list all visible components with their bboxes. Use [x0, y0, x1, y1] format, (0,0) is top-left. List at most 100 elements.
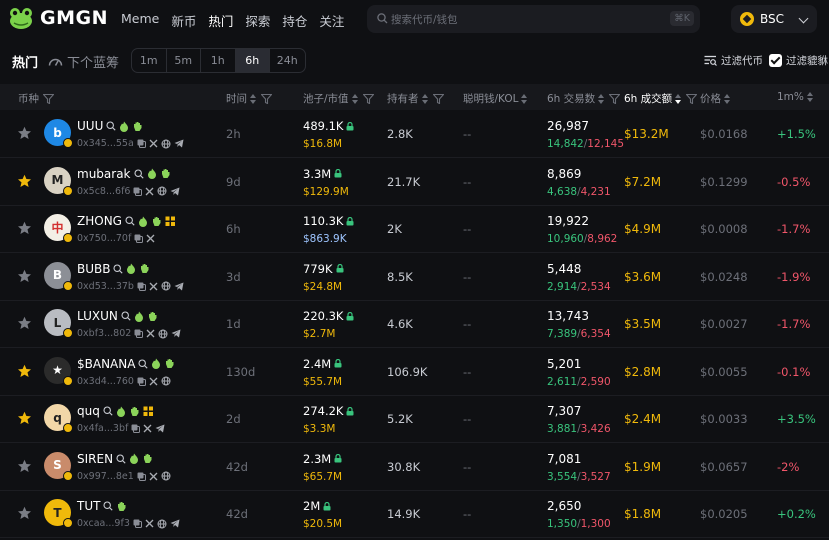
telegram-icon[interactable] — [170, 519, 180, 528]
magnifier-icon[interactable] — [116, 453, 126, 464]
x-twitter-icon[interactable] — [146, 329, 155, 338]
col-smart-kol[interactable]: 聪明钱/KOL — [463, 91, 528, 106]
star-filled-icon[interactable] — [17, 364, 32, 381]
token-symbol-group[interactable]: UUU — [77, 119, 143, 133]
star-icon[interactable] — [17, 221, 32, 238]
table-row[interactable]: T TUT 0xcaa...9f3 42d 2M $20.5M 14.9K --… — [0, 491, 829, 538]
filter-funnel-icon[interactable] — [609, 93, 621, 104]
globe-icon[interactable] — [161, 376, 171, 386]
honeypot-checkbox[interactable] — [769, 54, 782, 67]
globe-icon[interactable] — [158, 329, 168, 339]
copy-icon[interactable] — [134, 329, 144, 338]
nav-meme[interactable]: Meme — [121, 11, 159, 30]
magnifier-icon[interactable] — [106, 121, 116, 131]
table-row[interactable]: q quq 0x4fa...3bf 2d 274.2K $3.3M 5.2K -… — [0, 396, 829, 443]
table-row[interactable]: B BUBB 0xd53...37b 3d 779K $24.8M 8.5K -… — [0, 254, 829, 301]
token-symbol-group[interactable]: mubarak — [77, 167, 171, 181]
globe-icon[interactable] — [161, 281, 171, 291]
copy-icon[interactable] — [137, 282, 146, 291]
telegram-icon[interactable] — [174, 282, 184, 291]
star-icon[interactable] — [17, 459, 32, 476]
x-twitter-icon[interactable] — [145, 187, 154, 196]
col-change[interactable]: 1m% — [777, 91, 814, 103]
copy-icon[interactable] — [137, 139, 146, 148]
filter-funnel-icon[interactable] — [362, 93, 374, 104]
sort-desc-icon[interactable] — [675, 93, 682, 104]
globe-icon[interactable] — [161, 471, 171, 481]
search-input[interactable]: 搜索代币/钱包 ⌘K — [367, 5, 700, 33]
table-row[interactable]: 中 ZHONG 0x750...70f 6h 110.3K $863.9K 2K… — [0, 206, 829, 253]
chain-selector[interactable]: BSC — [731, 5, 817, 33]
telegram-icon[interactable] — [170, 187, 180, 196]
magnifier-icon[interactable] — [103, 406, 113, 416]
col-age[interactable]: 时间 — [226, 91, 272, 106]
filter-coins-button[interactable]: 过滤代币 — [704, 53, 763, 68]
magnifier-icon[interactable] — [133, 168, 144, 179]
avatar[interactable]: B — [44, 261, 73, 291]
copy-icon[interactable] — [134, 234, 144, 243]
time-btn-24h[interactable]: 24h — [270, 49, 305, 72]
table-row[interactable]: S SIREN 0x997...8e1 42d 2.3M $65.7M 30.8… — [0, 444, 829, 491]
col-coin[interactable]: 币种 — [18, 91, 54, 106]
star-filled-icon[interactable] — [17, 174, 32, 191]
sort-icon[interactable] — [724, 93, 731, 104]
avatar[interactable]: T — [44, 499, 73, 528]
token-symbol-group[interactable]: TUT — [77, 499, 127, 513]
token-symbol-group[interactable]: SIREN — [77, 452, 153, 466]
sort-icon[interactable] — [250, 93, 257, 104]
token-symbol-group[interactable]: $BANANA — [77, 357, 175, 371]
col-volume[interactable]: 6h 成交额 — [624, 91, 698, 106]
logo[interactable]: GMGN — [8, 6, 108, 30]
magnifier-icon[interactable] — [103, 501, 114, 511]
avatar[interactable]: q — [44, 404, 73, 433]
sort-icon[interactable] — [351, 93, 359, 104]
copy-icon[interactable] — [131, 424, 141, 433]
telegram-icon[interactable] — [171, 329, 181, 338]
telegram-icon[interactable] — [174, 139, 184, 148]
filter-funnel-icon[interactable] — [43, 93, 54, 104]
avatar[interactable]: ★ — [44, 356, 73, 386]
filter-funnel-icon[interactable] — [432, 93, 444, 104]
time-btn-1m[interactable]: 1m — [132, 49, 167, 72]
x-twitter-icon[interactable] — [143, 424, 152, 433]
nav-following[interactable]: 关注 — [319, 11, 344, 30]
col-liq-mcap[interactable]: 池子/市值 — [303, 91, 374, 106]
avatar[interactable]: S — [44, 451, 73, 481]
token-symbol-group[interactable]: BUBB — [77, 262, 150, 276]
time-btn-5m[interactable]: 5m — [167, 49, 201, 72]
sort-icon[interactable] — [421, 93, 429, 104]
table-row[interactable]: M mubarak 0x5c8...6f6 9d 3.3M $129.9M 21… — [0, 159, 829, 206]
copy-icon[interactable] — [137, 472, 146, 481]
avatar[interactable]: b — [44, 119, 73, 148]
star-icon[interactable] — [17, 506, 32, 523]
magnifier-icon[interactable] — [121, 311, 131, 321]
x-twitter-icon[interactable] — [145, 519, 154, 528]
nav-trending[interactable]: 热门 — [208, 11, 233, 30]
nav-explore[interactable]: 探索 — [245, 11, 270, 30]
avatar[interactable]: L — [44, 309, 73, 338]
col-holders[interactable]: 持有者 — [387, 91, 444, 106]
globe-icon[interactable] — [157, 186, 167, 196]
table-row[interactable]: ★ $BANANA 0x3d4...760 130d 2.4M $55.7M 1… — [0, 349, 829, 396]
table-row[interactable]: b UUU 0x345...55a 2h 489.1K $16.8M 2.8K … — [0, 111, 829, 158]
filter-funnel-icon[interactable] — [686, 93, 698, 104]
table-row[interactable]: L LUXUN 0xbf3...802 1d 220.3K $2.7M 4.6K… — [0, 301, 829, 348]
globe-icon[interactable] — [157, 519, 167, 529]
token-symbol-group[interactable]: ZHONG — [77, 214, 176, 228]
x-twitter-icon[interactable] — [149, 472, 158, 481]
star-filled-icon[interactable] — [17, 411, 32, 428]
token-symbol-group[interactable]: LUXUN — [77, 309, 158, 323]
copy-icon[interactable] — [137, 377, 146, 386]
filter-funnel-icon[interactable] — [261, 93, 272, 104]
x-twitter-icon[interactable] — [146, 234, 155, 243]
star-icon[interactable] — [17, 269, 32, 286]
star-icon[interactable] — [17, 126, 32, 143]
avatar[interactable]: 中 — [44, 214, 73, 243]
copy-icon[interactable] — [133, 519, 142, 528]
time-btn-6h[interactable]: 6h — [235, 49, 270, 72]
star-icon[interactable] — [17, 316, 32, 333]
filter-honeypot-toggle[interactable]: 过滤貔貅 — [769, 53, 828, 68]
sort-icon[interactable] — [521, 93, 528, 104]
sort-icon[interactable] — [806, 92, 814, 102]
magnifier-icon[interactable] — [138, 358, 149, 369]
